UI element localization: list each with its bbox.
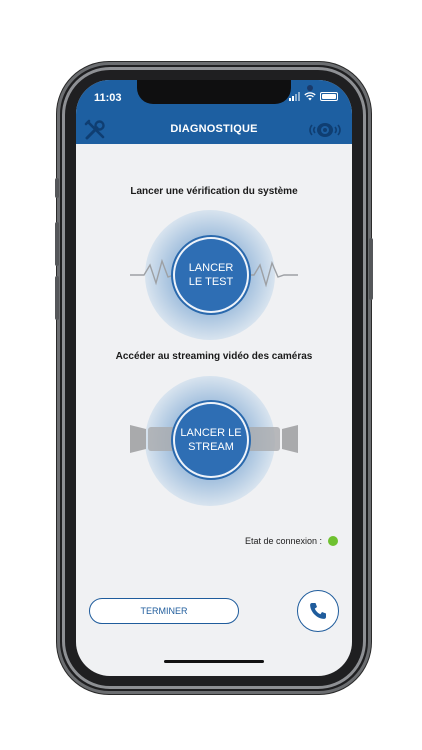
camera-icon[interactable] (306, 121, 344, 139)
test-label: Lancer une vérification du système (130, 186, 298, 197)
app-header: DIAGNOSTIQUE (76, 116, 352, 144)
connection-status: Etat de connexion : (245, 536, 338, 546)
finish-button[interactable]: TERMINER (89, 598, 239, 624)
connection-status-dot (328, 536, 338, 546)
start-test-button[interactable]: LANCER LE TEST (178, 242, 244, 308)
volume-up-button (55, 222, 59, 266)
connection-label: Etat de connexion : (244, 536, 322, 546)
status-icons (289, 92, 338, 101)
stream-label: Accéder au streaming vidéo des caméras (115, 351, 313, 362)
home-indicator (164, 660, 264, 663)
notch (137, 80, 313, 104)
finish-button-label: TERMINER (140, 606, 188, 616)
status-bar: 11:03 (76, 80, 352, 116)
start-stream-line2: STREAM (188, 441, 234, 453)
start-stream-line1: LANCER LE (180, 427, 242, 439)
signal-icon (289, 92, 300, 101)
phone-icon (310, 603, 326, 619)
power-button (369, 238, 373, 300)
wifi-icon (304, 92, 316, 101)
start-test-line1: LANCER (188, 262, 234, 274)
volume-down-button (55, 276, 59, 320)
app-screen: 11:03 DIAGNOSTIQUE Lancer une vérificati… (76, 80, 352, 676)
call-button[interactable] (297, 590, 339, 632)
status-time: 11:03 (94, 92, 122, 104)
notch-camera (307, 85, 313, 91)
start-test-line2: LE TEST (188, 276, 234, 288)
mute-switch (55, 178, 59, 198)
battery-icon (320, 92, 338, 101)
start-stream-button[interactable]: LANCER LE STREAM (178, 407, 244, 473)
